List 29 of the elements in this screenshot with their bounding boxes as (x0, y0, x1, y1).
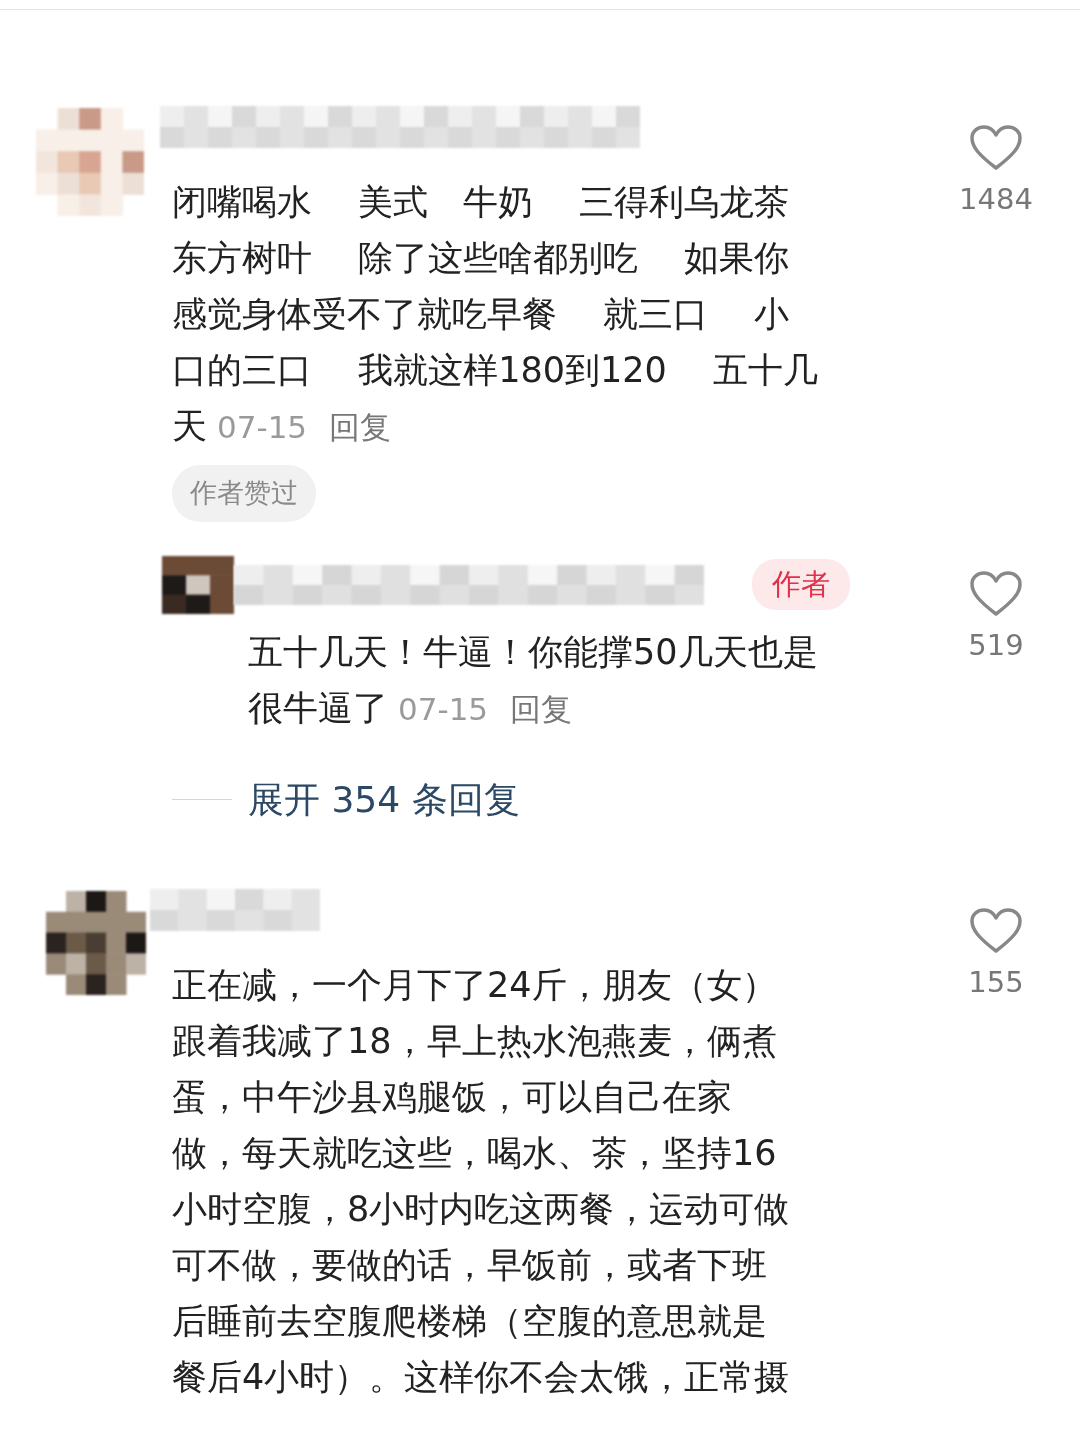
comment-line: 可不做，要做的话，早饭前，或者下班 (172, 1243, 767, 1287)
like-count: 1484 (959, 181, 1033, 218)
comment-line: 闭嘴喝水 美式 牛奶 三得利乌龙茶 (172, 181, 790, 224)
comment-date: 07-15 (217, 408, 308, 447)
comment-line: 后睡前去空腹爬楼梯（空腹的意思就是 (172, 1299, 767, 1343)
comment-line: 五十几天！牛逼！你能撑50几天也是 (248, 630, 818, 674)
like-count: 155 (968, 963, 1024, 1001)
comment-line: 做，每天就吃这些，喝水、茶，坚持16 (172, 1131, 777, 1175)
comment-line: 东方树叶 除了这些啥都别吃 如果你 (172, 237, 790, 280)
expand-replies-link[interactable]: 展开 354 条回复 (248, 772, 520, 827)
comment-line: 口的三口 我就这样180到120 五十几 (172, 349, 818, 392)
comment-line: 正在减，一个月下了24斤，朋友（女） (172, 963, 777, 1007)
heart-icon[interactable] (969, 124, 1023, 172)
comment-line: 很牛逼了 (248, 686, 388, 730)
author-badge: 作者 (752, 558, 850, 611)
comment-line: 天 (172, 405, 207, 448)
like-count: 519 (968, 626, 1024, 664)
heart-icon[interactable] (969, 569, 1023, 618)
comment-line: 餐后4小时）。这样你不会太饿，正常摄 (172, 1355, 790, 1399)
comment-date: 07-15 (398, 689, 489, 729)
heart-icon[interactable] (969, 906, 1023, 955)
reply-link[interactable]: 回复 (510, 680, 573, 737)
comment-line: 跟着我减了18，早上热水泡燕麦，俩煮 (172, 1019, 777, 1063)
liked-by-author-tag: 作者赞过 (172, 465, 316, 522)
comment-line: 蛋，中午沙县鸡腿饭，可以自己在家 (172, 1075, 732, 1119)
avatar (162, 555, 234, 614)
reply-link[interactable]: 回复 (329, 399, 392, 455)
comment-line: 感觉身体受不了就吃早餐 就三口 小 (172, 293, 790, 336)
comment-line: 小时空腹，8小时内吃这两餐，运动可做 (172, 1187, 790, 1231)
